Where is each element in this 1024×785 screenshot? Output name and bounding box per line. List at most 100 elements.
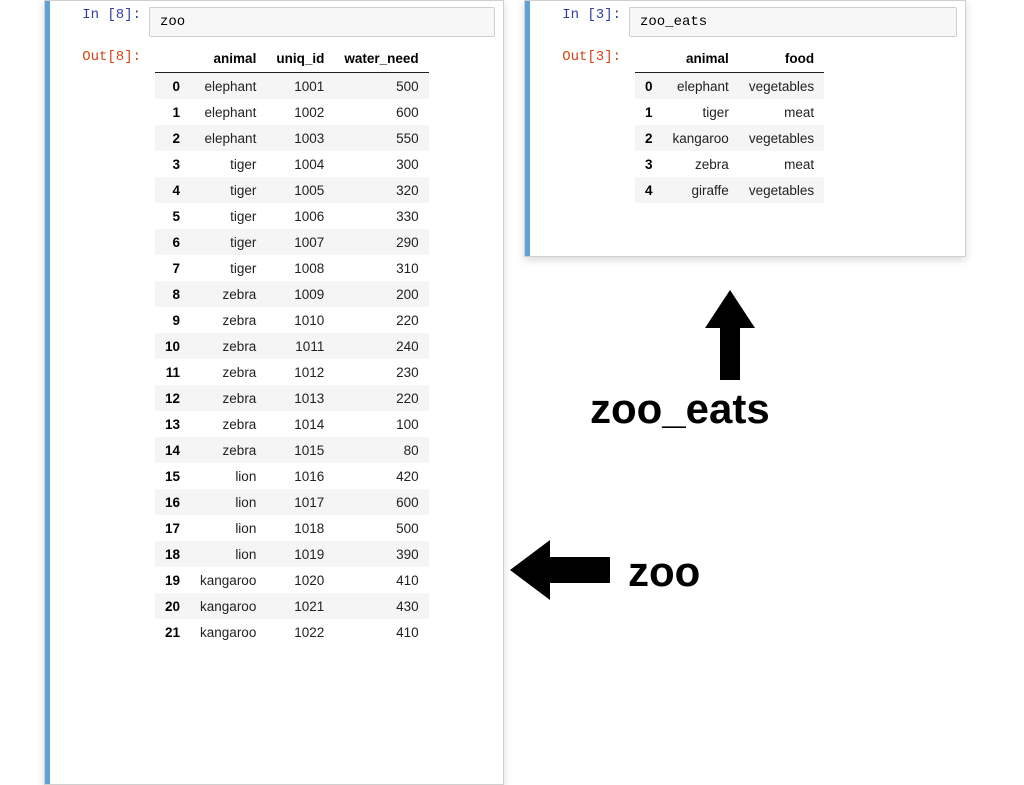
cell: lion <box>190 489 266 515</box>
cell: 1004 <box>266 151 334 177</box>
code-input[interactable]: zoo_eats <box>629 7 957 37</box>
table-row: 15lion1016420 <box>155 463 429 489</box>
table-row: 21kangaroo1022410 <box>155 619 429 645</box>
table-row: 2kangaroovegetables <box>635 125 824 151</box>
table-row: 4tiger1005320 <box>155 177 429 203</box>
cell: 310 <box>334 255 428 281</box>
cell: elephant <box>190 125 266 151</box>
row-index: 10 <box>155 333 190 359</box>
notebook-cell-zoo-eats: In [3]: zoo_eats Out[3]: animalfood0elep… <box>524 0 966 257</box>
cell: 500 <box>334 73 428 100</box>
column-header: water_need <box>334 45 428 73</box>
table-row: 16lion1017600 <box>155 489 429 515</box>
cell: zebra <box>190 411 266 437</box>
table-row: 11zebra1012230 <box>155 359 429 385</box>
cell: meat <box>739 99 824 125</box>
arrow-left-icon <box>510 535 610 605</box>
row-index: 11 <box>155 359 190 385</box>
dataframe-table-zoo: animaluniq_idwater_need0elephant10015001… <box>155 45 429 645</box>
output-row: Out[8]: animaluniq_idwater_need0elephant… <box>45 39 503 645</box>
cell: 330 <box>334 203 428 229</box>
row-index: 13 <box>155 411 190 437</box>
table-row: 0elephant1001500 <box>155 73 429 100</box>
cell: 390 <box>334 541 428 567</box>
table-row: 7tiger1008310 <box>155 255 429 281</box>
cell: 1021 <box>266 593 334 619</box>
table-row: 1elephant1002600 <box>155 99 429 125</box>
table-row: 10zebra1011240 <box>155 333 429 359</box>
cell: 420 <box>334 463 428 489</box>
table-row: 6tiger1007290 <box>155 229 429 255</box>
table-row: 4giraffevegetables <box>635 177 824 203</box>
cell: tiger <box>190 151 266 177</box>
row-index: 8 <box>155 281 190 307</box>
cell-selected-bar <box>525 1 530 256</box>
out-prompt: Out[3]: <box>525 39 629 65</box>
table-row: 3tiger1004300 <box>155 151 429 177</box>
input-row: In [3]: zoo_eats <box>525 1 965 39</box>
cell: 1018 <box>266 515 334 541</box>
cell: 290 <box>334 229 428 255</box>
column-header: animal <box>663 45 739 73</box>
cell: elephant <box>190 73 266 100</box>
cell: 80 <box>334 437 428 463</box>
table-row: 20kangaroo1021430 <box>155 593 429 619</box>
row-index: 6 <box>155 229 190 255</box>
column-header: animal <box>190 45 266 73</box>
arrow-up-icon <box>700 290 760 380</box>
out-prompt: Out[8]: <box>45 39 149 65</box>
cell: kangaroo <box>190 567 266 593</box>
output-row: Out[3]: animalfood0elephantvegetables1ti… <box>525 39 965 203</box>
row-index: 4 <box>635 177 663 203</box>
row-index: 4 <box>155 177 190 203</box>
dataframe-output: animaluniq_idwater_need0elephant10015001… <box>149 39 503 645</box>
row-index: 3 <box>155 151 190 177</box>
cell: 1020 <box>266 567 334 593</box>
cell: 1005 <box>266 177 334 203</box>
row-index: 12 <box>155 385 190 411</box>
table-row: 2elephant1003550 <box>155 125 429 151</box>
cell: 1022 <box>266 619 334 645</box>
table-corner <box>635 45 663 73</box>
table-row: 17lion1018500 <box>155 515 429 541</box>
cell: tiger <box>190 203 266 229</box>
cell: 1010 <box>266 307 334 333</box>
cell: tiger <box>190 255 266 281</box>
table-row: 18lion1019390 <box>155 541 429 567</box>
table-row: 9zebra1010220 <box>155 307 429 333</box>
cell: 1011 <box>266 333 334 359</box>
row-index: 20 <box>155 593 190 619</box>
row-index: 18 <box>155 541 190 567</box>
cell: 240 <box>334 333 428 359</box>
cell: 200 <box>334 281 428 307</box>
row-index: 1 <box>635 99 663 125</box>
column-header: uniq_id <box>266 45 334 73</box>
row-index: 7 <box>155 255 190 281</box>
cell: elephant <box>663 73 739 100</box>
table-row: 5tiger1006330 <box>155 203 429 229</box>
cell: 1017 <box>266 489 334 515</box>
cell: kangaroo <box>663 125 739 151</box>
table-row: 13zebra1014100 <box>155 411 429 437</box>
table-corner <box>155 45 190 73</box>
cell: 1009 <box>266 281 334 307</box>
cell: 1007 <box>266 229 334 255</box>
row-index: 3 <box>635 151 663 177</box>
annotation-zoo-eats: zoo_eats <box>590 385 770 433</box>
code-input[interactable]: zoo <box>149 7 495 37</box>
dataframe-output: animalfood0elephantvegetables1tigermeat2… <box>629 39 965 203</box>
cell: vegetables <box>739 73 824 100</box>
cell: 1008 <box>266 255 334 281</box>
cell: 1006 <box>266 203 334 229</box>
row-index: 9 <box>155 307 190 333</box>
cell: lion <box>190 541 266 567</box>
input-row: In [8]: zoo <box>45 1 503 39</box>
cell: 1002 <box>266 99 334 125</box>
row-index: 17 <box>155 515 190 541</box>
cell: tiger <box>663 99 739 125</box>
table-row: 3zebrameat <box>635 151 824 177</box>
cell: zebra <box>190 359 266 385</box>
cell: tiger <box>190 177 266 203</box>
cell: lion <box>190 463 266 489</box>
cell: 1016 <box>266 463 334 489</box>
